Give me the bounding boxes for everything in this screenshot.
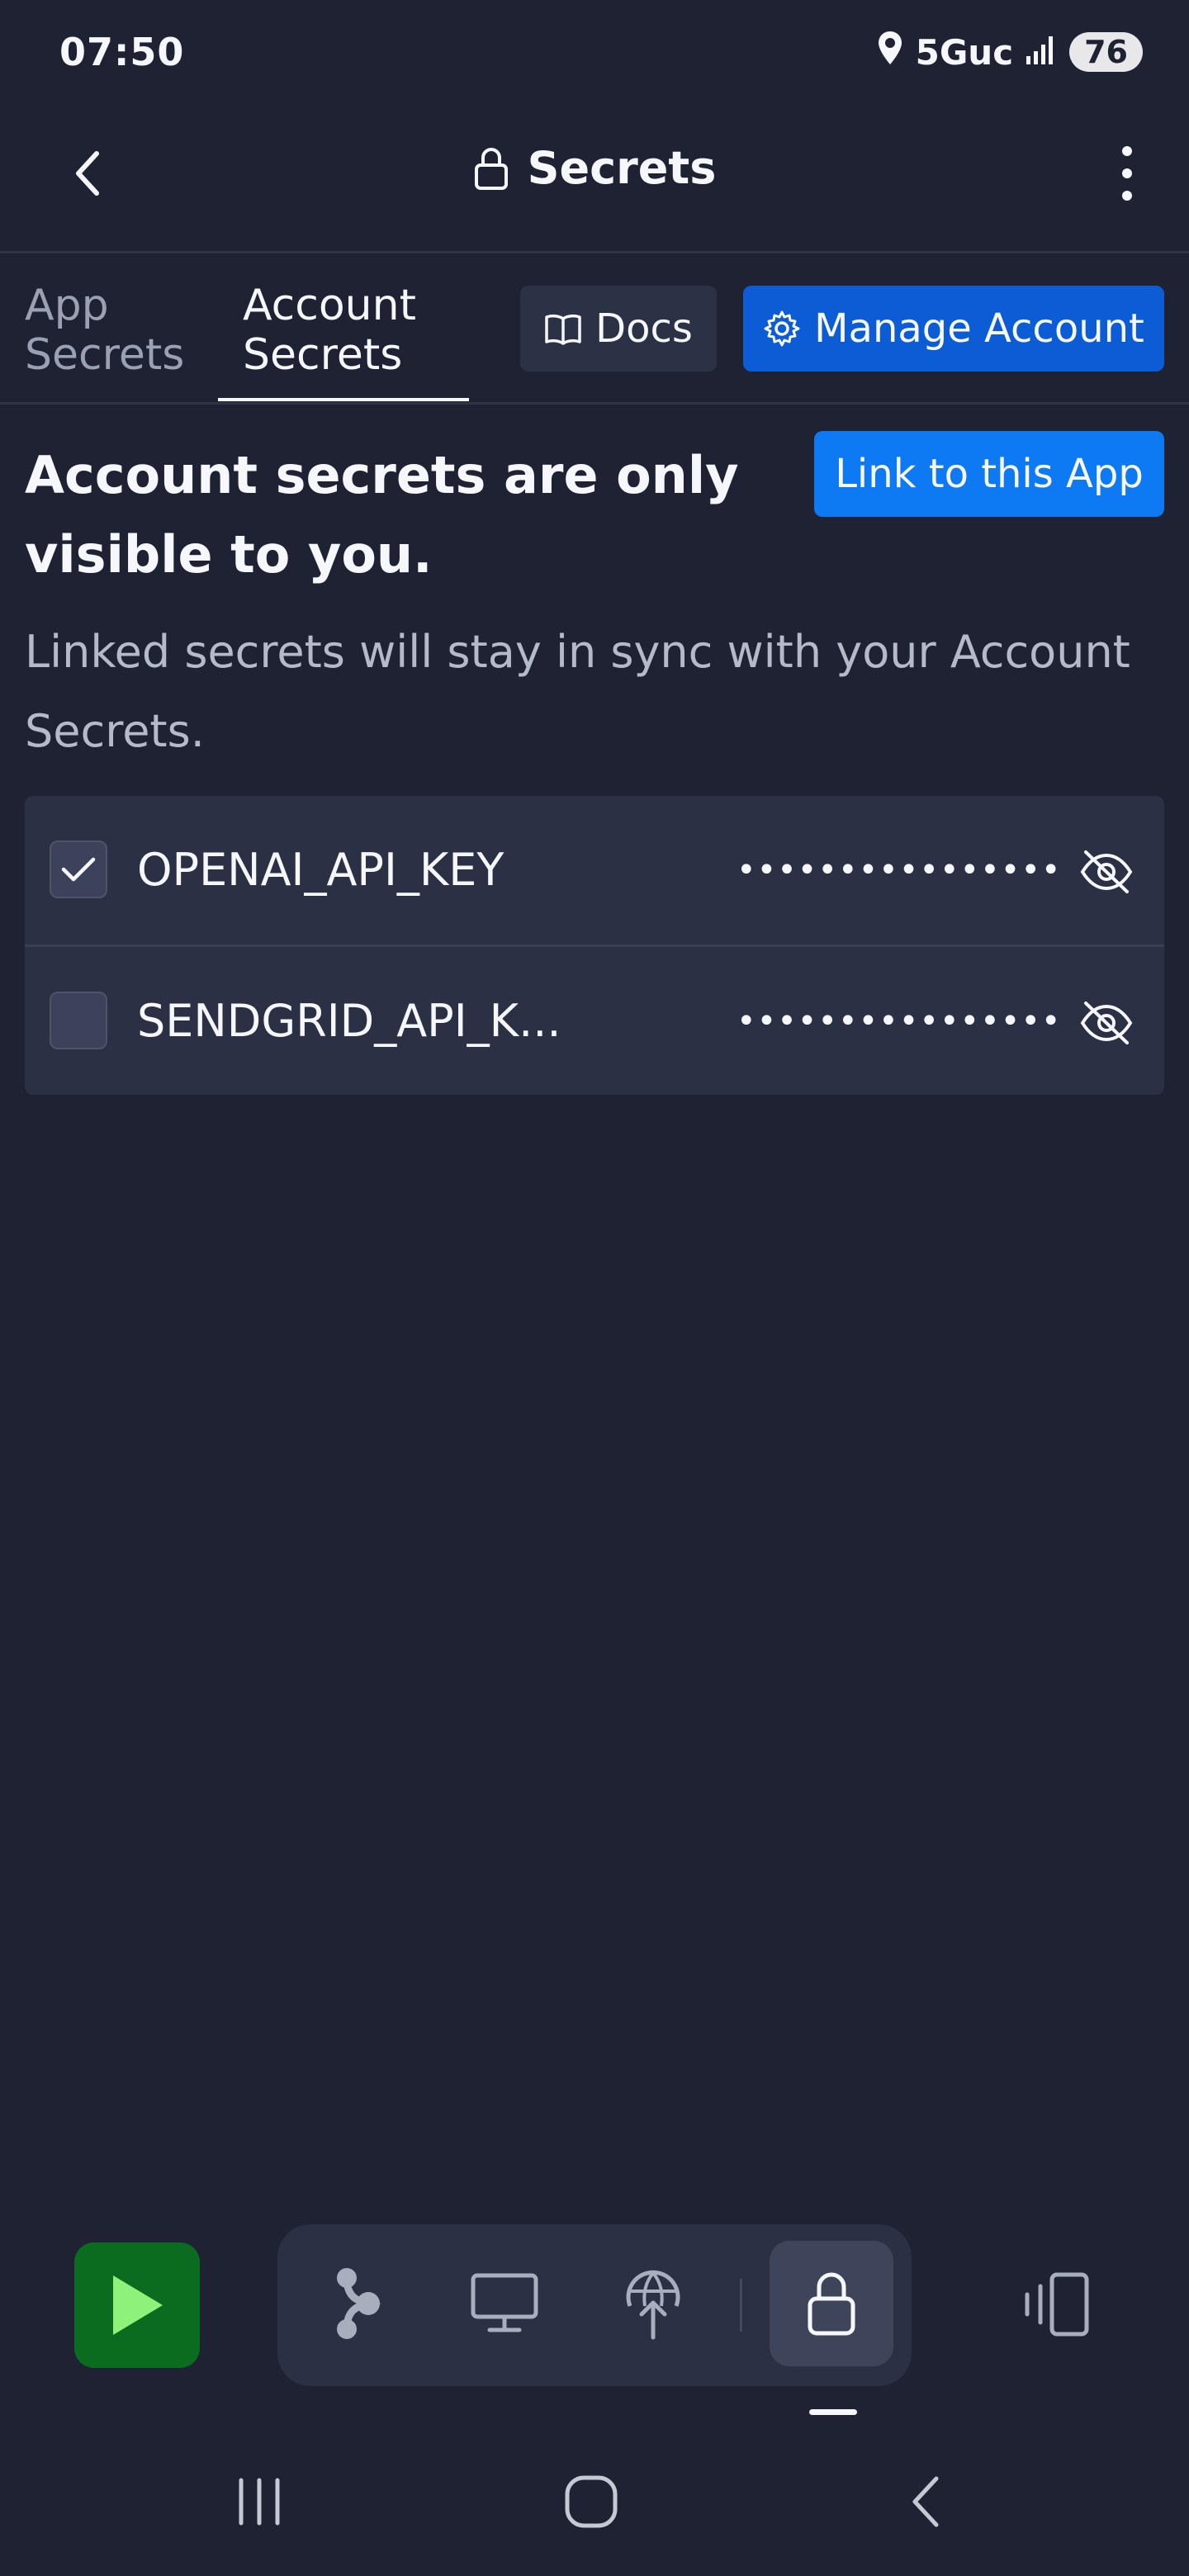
secret-value-masked: •••••••••••••••• (737, 1002, 1062, 1040)
tab-label-line2: Secrets (25, 330, 185, 380)
more-vertical-icon (1122, 146, 1132, 201)
secret-value-masked: •••••••••••••••• (737, 851, 1062, 889)
gear-icon (764, 310, 800, 347)
active-tab-indicator (218, 398, 469, 401)
page-title-text: Secrets (527, 142, 717, 194)
home-button[interactable] (525, 2469, 657, 2535)
info-description: Linked secrets will stay in sync with yo… (25, 626, 1130, 757)
secrets-list: OPENAI_API_KEY •••••••••••••••• SENDGRID… (25, 796, 1164, 1095)
header-divider (0, 251, 1189, 253)
info-heading: Account secrets are only visible to you. (25, 445, 739, 585)
manage-account-button[interactable]: Manage Account (743, 286, 1164, 372)
status-icons: 5Guc 76 (876, 30, 1143, 74)
home-icon (565, 2475, 618, 2528)
tool-secrets[interactable] (770, 2241, 893, 2366)
docs-button[interactable]: Docs (520, 286, 717, 372)
toggle-visibility-button[interactable] (1073, 990, 1139, 1056)
devices-button[interactable] (996, 2259, 1111, 2350)
tool-separator (740, 2279, 742, 2332)
monitor-icon (471, 2273, 538, 2332)
tool-deploy[interactable] (591, 2241, 715, 2366)
location-icon (876, 30, 904, 74)
tab-account-secrets[interactable]: Account Secrets (243, 281, 416, 380)
run-button[interactable] (74, 2242, 200, 2368)
toggle-visibility-button[interactable] (1073, 839, 1139, 905)
status-time: 07:50 (59, 30, 185, 74)
list-item[interactable]: OPENAI_API_KEY •••••••••••••••• (25, 796, 1164, 947)
book-icon (545, 314, 581, 345)
tab-label-line1: App (25, 281, 109, 330)
tool-workflows[interactable] (294, 2241, 418, 2366)
deploy-globe-icon (626, 2270, 680, 2340)
secret-name: OPENAI_API_KEY (137, 844, 504, 896)
tab-app-secrets[interactable]: App Secrets (25, 281, 184, 380)
play-icon (113, 2275, 163, 2335)
signal-icon (1025, 32, 1058, 73)
home-indicator (809, 2409, 857, 2415)
secret-name: SENDGRID_API_K... (137, 995, 561, 1047)
docs-label: Docs (595, 305, 693, 352)
eye-off-icon (1080, 1002, 1133, 1044)
eye-off-icon (1080, 850, 1133, 893)
list-item[interactable]: SENDGRID_API_K... •••••••••••••••• (25, 947, 1164, 1095)
lock-icon (474, 147, 508, 190)
link-to-app-button[interactable]: Link to this App (814, 431, 1164, 517)
recent-apps-icon (239, 2478, 280, 2526)
workflow-icon (337, 2268, 381, 2339)
tab-label-line1: Account (243, 281, 416, 330)
recent-apps-button[interactable] (193, 2469, 325, 2535)
tab-label-line2: Secrets (243, 330, 403, 380)
lock-icon (808, 2272, 855, 2336)
tabs-divider (0, 402, 1189, 405)
chevron-left-icon (912, 2476, 939, 2527)
manage-account-label: Manage Account (814, 305, 1144, 352)
devices-icon (1025, 2272, 1089, 2337)
battery-indicator: 76 (1069, 32, 1143, 72)
checkmark-icon (61, 857, 96, 882)
tool-webview[interactable] (443, 2241, 566, 2366)
network-label: 5Guc (915, 31, 1014, 73)
secret-checkbox[interactable] (50, 992, 107, 1049)
secret-checkbox[interactable] (50, 841, 107, 898)
more-menu-button[interactable] (1098, 132, 1156, 215)
page-title: Secrets (0, 142, 1189, 194)
system-back-button[interactable] (859, 2469, 991, 2535)
tool-switcher (277, 2224, 912, 2386)
